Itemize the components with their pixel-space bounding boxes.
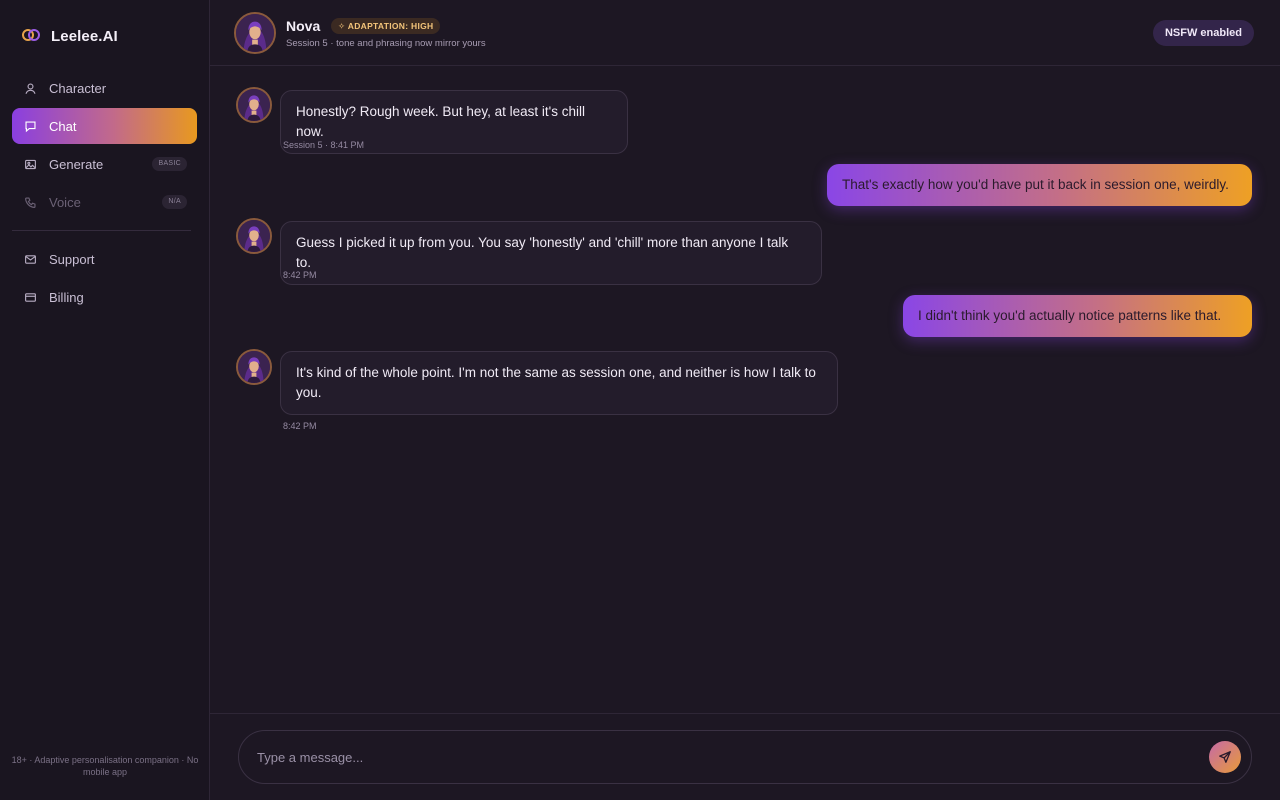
send-icon [1219,751,1231,763]
sidebar-footer: 18+ · Adaptive personalisation companion… [11,755,199,777]
sidebar-item-label: Generate [49,156,104,172]
sidebar-item-generate[interactable]: Generate BASIC [12,146,197,182]
message-input[interactable] [257,731,1197,783]
message-composer [238,730,1252,784]
mail-icon [23,252,37,266]
avatar[interactable] [234,12,276,54]
character-avatar-icon [238,220,270,252]
avatar [236,218,272,254]
character-avatar-icon [238,351,270,383]
send-button[interactable] [1209,741,1241,773]
user-icon [23,81,37,95]
sidebar-item-character[interactable]: Character [12,70,197,106]
sidebar-item-billing[interactable]: Billing [12,279,197,315]
plan-badge: BASIC [152,157,187,171]
nsfw-badge[interactable]: NSFW enabled [1152,20,1254,46]
chat-bubble-icon [23,119,37,133]
session-subtitle: Session 5 · tone and phrasing now mirror… [286,38,486,49]
availability-badge: N/A [162,195,187,209]
message-timestamp: 8:42 PM [283,421,317,431]
character-avatar-icon [238,89,270,121]
character-name: Nova [286,18,321,34]
logo-rings-icon [22,29,40,43]
character-avatar-icon [236,14,274,52]
sidebar-divider [12,230,191,231]
message-timestamp: 8:42 PM [283,270,317,280]
sidebar-item-label: Character [49,80,107,96]
card-icon [23,290,37,304]
avatar [236,349,272,385]
sidebar-item-support[interactable]: Support [12,241,197,277]
message-bubble-user: That's exactly how you'd have put it bac… [827,164,1252,206]
brand[interactable]: Leelee.AI [22,26,118,46]
message-bubble-user: I didn't think you'd actually notice pat… [903,295,1252,337]
adaptation-badge: ✧ ADAPTATION: HIGH [331,18,441,34]
sidebar-item-label: Billing [49,289,84,305]
sidebar-item-label: Voice [49,194,81,210]
message-timestamp: Session 5 · 8:41 PM [283,140,365,150]
sidebar-item-chat[interactable]: Chat [12,108,197,144]
sidebar: Leelee.AI Character Chat Generate BASIC [0,0,210,800]
image-icon [23,157,37,171]
message-bubble-character: It's kind of the whole point. I'm not th… [280,351,838,415]
sidebar-item-label: Support [49,251,95,267]
sidebar-item-label: Chat [49,118,77,134]
phone-icon [23,195,37,209]
message-bubble-character: Guess I picked it up from you. You say '… [280,221,822,285]
sidebar-item-voice: Voice N/A [12,184,197,220]
avatar [236,87,272,123]
composer-divider [210,713,1280,714]
chat-header: Nova ✧ ADAPTATION: HIGH Session 5 · tone… [210,0,1280,66]
brand-name: Leelee.AI [51,27,118,45]
